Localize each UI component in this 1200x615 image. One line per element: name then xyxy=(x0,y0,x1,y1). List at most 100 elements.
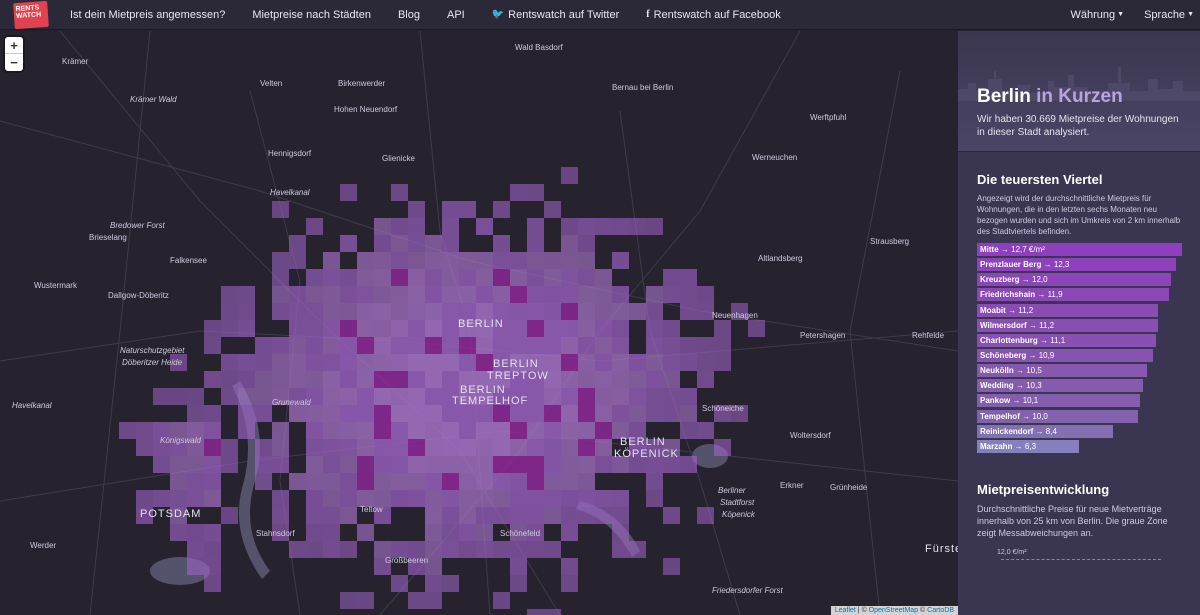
heatmap-cell[interactable] xyxy=(561,524,578,541)
heatmap-cell[interactable] xyxy=(442,218,459,235)
heatmap-cell[interactable] xyxy=(459,439,476,456)
heatmap-cell[interactable] xyxy=(391,252,408,269)
heatmap-cell[interactable] xyxy=(340,235,357,252)
heatmap-cell[interactable] xyxy=(459,286,476,303)
heatmap-cell[interactable] xyxy=(374,337,391,354)
heatmap-cell[interactable] xyxy=(340,405,357,422)
heatmap-cell[interactable] xyxy=(425,592,442,609)
heatmap-cell[interactable] xyxy=(612,524,629,541)
heatmap-cell[interactable] xyxy=(153,490,170,507)
heatmap-cell[interactable] xyxy=(561,337,578,354)
heatmap-cell[interactable] xyxy=(272,507,289,524)
heatmap-cell[interactable] xyxy=(425,337,442,354)
heatmap-cell[interactable] xyxy=(340,286,357,303)
heatmap-cell[interactable] xyxy=(340,371,357,388)
heatmap-cell[interactable] xyxy=(238,286,255,303)
heatmap-cell[interactable] xyxy=(204,320,221,337)
heatmap-cell[interactable] xyxy=(238,405,255,422)
heatmap-cell[interactable] xyxy=(323,439,340,456)
heatmap-cell[interactable] xyxy=(425,303,442,320)
heatmap-cell[interactable] xyxy=(408,473,425,490)
heatmap-cell[interactable] xyxy=(561,303,578,320)
heatmap-cell[interactable] xyxy=(595,405,612,422)
heatmap-cell[interactable] xyxy=(442,439,459,456)
heatmap-cell[interactable] xyxy=(425,507,442,524)
heatmap-cell[interactable] xyxy=(323,507,340,524)
district-bar[interactable]: Prenzlauer Berg → 12,3 xyxy=(977,258,1176,272)
heatmap-cell[interactable] xyxy=(663,558,680,575)
heatmap-cell[interactable] xyxy=(306,422,323,439)
heatmap-cell[interactable] xyxy=(561,235,578,252)
heatmap-cell[interactable] xyxy=(527,473,544,490)
heatmap-cell[interactable] xyxy=(187,541,204,558)
district-bar[interactable]: Charlottenburg → 11,1 xyxy=(977,333,1157,347)
heatmap-cell[interactable] xyxy=(527,337,544,354)
heatmap-cell[interactable] xyxy=(561,218,578,235)
heatmap-cell[interactable] xyxy=(646,473,663,490)
heatmap-cell[interactable] xyxy=(357,337,374,354)
heatmap-cell[interactable] xyxy=(510,456,527,473)
heatmap-cell[interactable] xyxy=(425,456,442,473)
heatmap-cell[interactable] xyxy=(612,354,629,371)
heatmap-cell[interactable] xyxy=(578,337,595,354)
leaflet-link[interactable]: Leaflet xyxy=(835,607,856,614)
heatmap-cell[interactable] xyxy=(544,286,561,303)
heatmap-cell[interactable] xyxy=(510,405,527,422)
heatmap-cell[interactable] xyxy=(646,286,663,303)
heatmap-cell[interactable] xyxy=(510,490,527,507)
zoom-in-button[interactable]: + xyxy=(5,37,23,54)
heatmap-cell[interactable] xyxy=(340,269,357,286)
heatmap-cell[interactable] xyxy=(493,286,510,303)
heatmap-cell[interactable] xyxy=(340,320,357,337)
heatmap-cell[interactable] xyxy=(408,456,425,473)
heatmap-cell[interactable] xyxy=(408,592,425,609)
heatmap-cell[interactable] xyxy=(340,592,357,609)
heatmap-cell[interactable] xyxy=(357,269,374,286)
heatmap-cell[interactable] xyxy=(595,439,612,456)
heatmap-cell[interactable] xyxy=(646,388,663,405)
heatmap-cell[interactable] xyxy=(442,422,459,439)
heatmap-cell[interactable] xyxy=(527,184,544,201)
heatmap-cell[interactable] xyxy=(374,405,391,422)
heatmap-cell[interactable] xyxy=(612,388,629,405)
heatmap-cell[interactable] xyxy=(578,422,595,439)
heatmap-cell[interactable] xyxy=(544,320,561,337)
heatmap-cell[interactable] xyxy=(323,541,340,558)
heatmap-cell[interactable] xyxy=(663,405,680,422)
heatmap-cell[interactable] xyxy=(561,405,578,422)
heatmap-cell[interactable] xyxy=(340,184,357,201)
heatmap-cell[interactable] xyxy=(221,320,238,337)
heatmap-cell[interactable] xyxy=(578,286,595,303)
heatmap-cell[interactable] xyxy=(612,218,629,235)
heatmap-cell[interactable] xyxy=(204,490,221,507)
heatmap-cell[interactable] xyxy=(680,456,697,473)
heatmap-cell[interactable] xyxy=(204,422,221,439)
heatmap-cell[interactable] xyxy=(646,354,663,371)
heatmap-cell[interactable] xyxy=(561,252,578,269)
heatmap-cell[interactable] xyxy=(204,541,221,558)
heatmap-cell[interactable] xyxy=(442,490,459,507)
heatmap-cell[interactable] xyxy=(391,439,408,456)
heatmap-cell[interactable] xyxy=(544,490,561,507)
heatmap-cell[interactable] xyxy=(340,422,357,439)
heatmap-cell[interactable] xyxy=(476,337,493,354)
heatmap-cell[interactable] xyxy=(255,388,272,405)
heatmap-cell[interactable] xyxy=(374,269,391,286)
heatmap-cell[interactable] xyxy=(391,235,408,252)
heatmap-cell[interactable] xyxy=(544,439,561,456)
heatmap-cell[interactable] xyxy=(391,354,408,371)
heatmap-cell[interactable] xyxy=(510,422,527,439)
heatmap-cell[interactable] xyxy=(425,490,442,507)
heatmap-cell[interactable] xyxy=(391,218,408,235)
heatmap-cell[interactable] xyxy=(595,422,612,439)
heatmap-cell[interactable] xyxy=(697,337,714,354)
heatmap-cell[interactable] xyxy=(612,303,629,320)
heatmap-cell[interactable] xyxy=(493,252,510,269)
heatmap-cell[interactable] xyxy=(391,473,408,490)
heatmap-cell[interactable] xyxy=(442,201,459,218)
district-bar[interactable]: Pankow → 10,1 xyxy=(977,394,1140,408)
heatmap-cell[interactable] xyxy=(493,422,510,439)
heatmap-cell[interactable] xyxy=(323,354,340,371)
heatmap-cell[interactable] xyxy=(408,371,425,388)
heatmap-cell[interactable] xyxy=(204,473,221,490)
